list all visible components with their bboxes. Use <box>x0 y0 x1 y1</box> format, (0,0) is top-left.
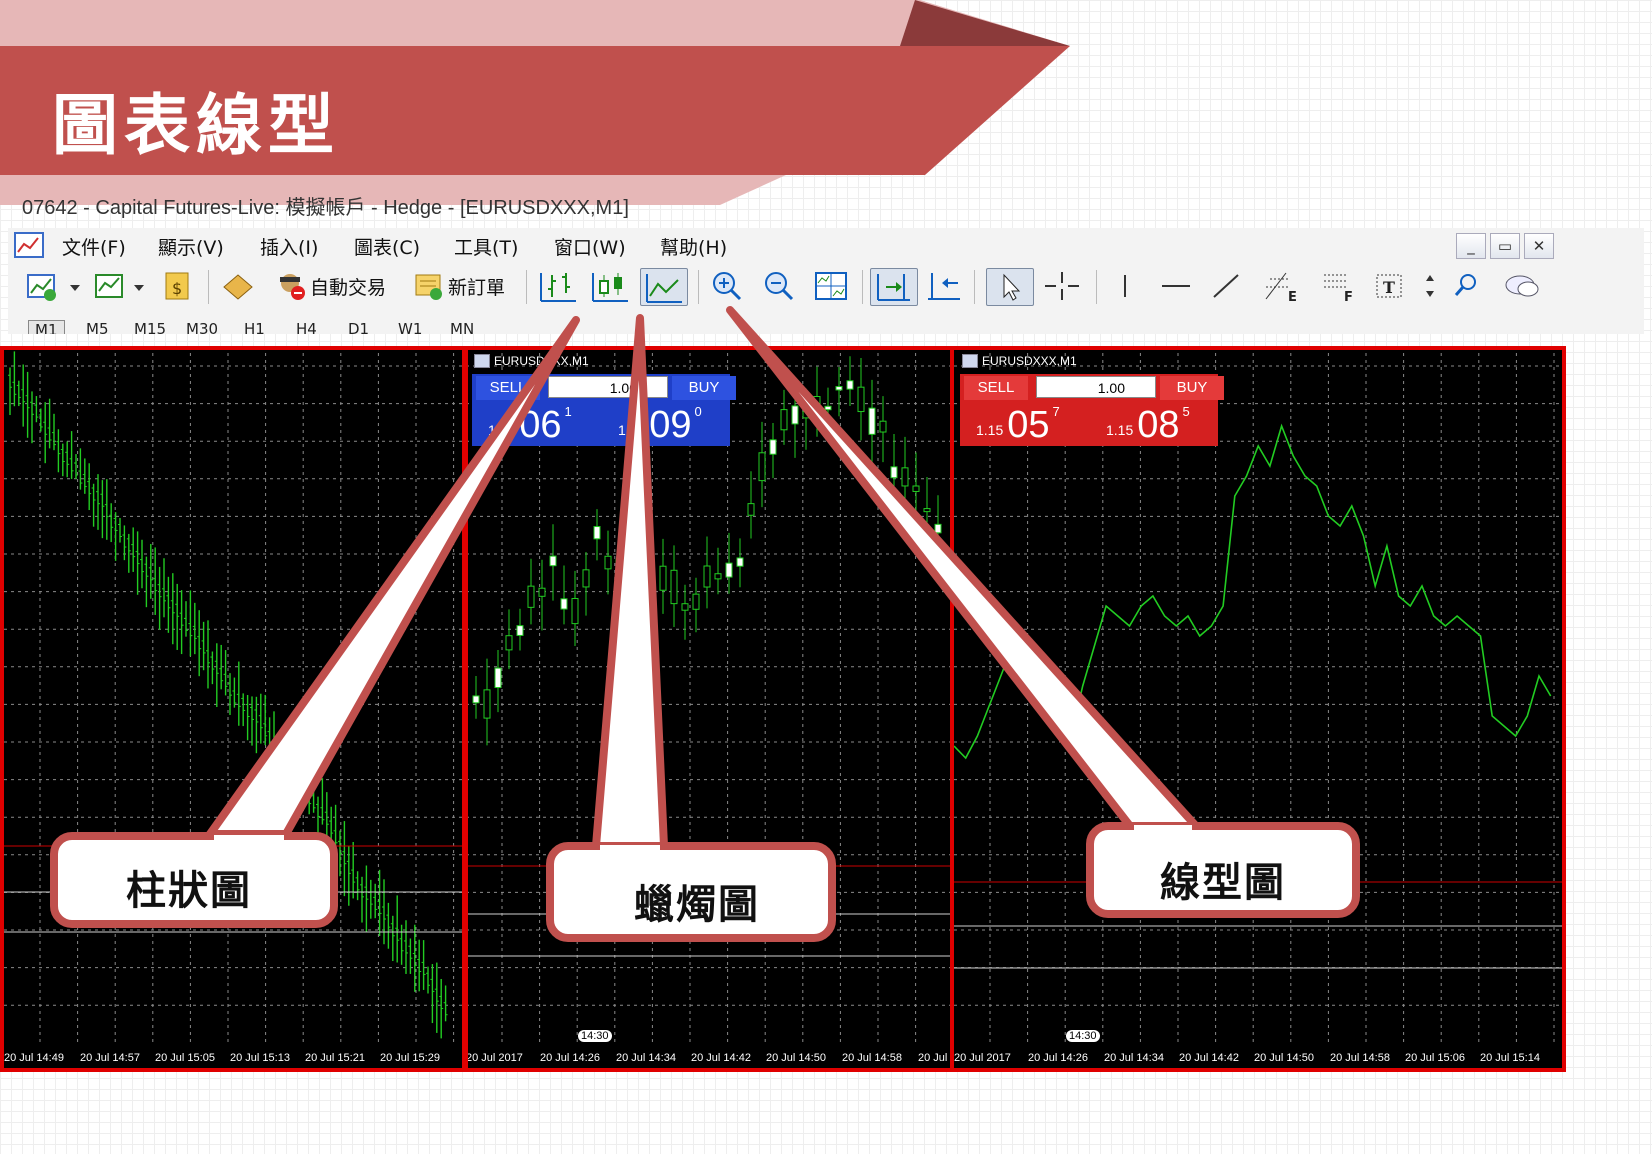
bar-callout-shape <box>50 316 580 928</box>
callout-layer <box>50 306 1360 942</box>
candle-callout-shape <box>546 314 836 942</box>
line-chart-callout: 線型圖 <box>1160 859 1286 906</box>
candlestick-chart-callout: 蠟燭圖 <box>634 881 760 928</box>
bar-chart-callout: 柱狀圖 <box>126 867 252 914</box>
line-callout-shape <box>726 306 1360 918</box>
